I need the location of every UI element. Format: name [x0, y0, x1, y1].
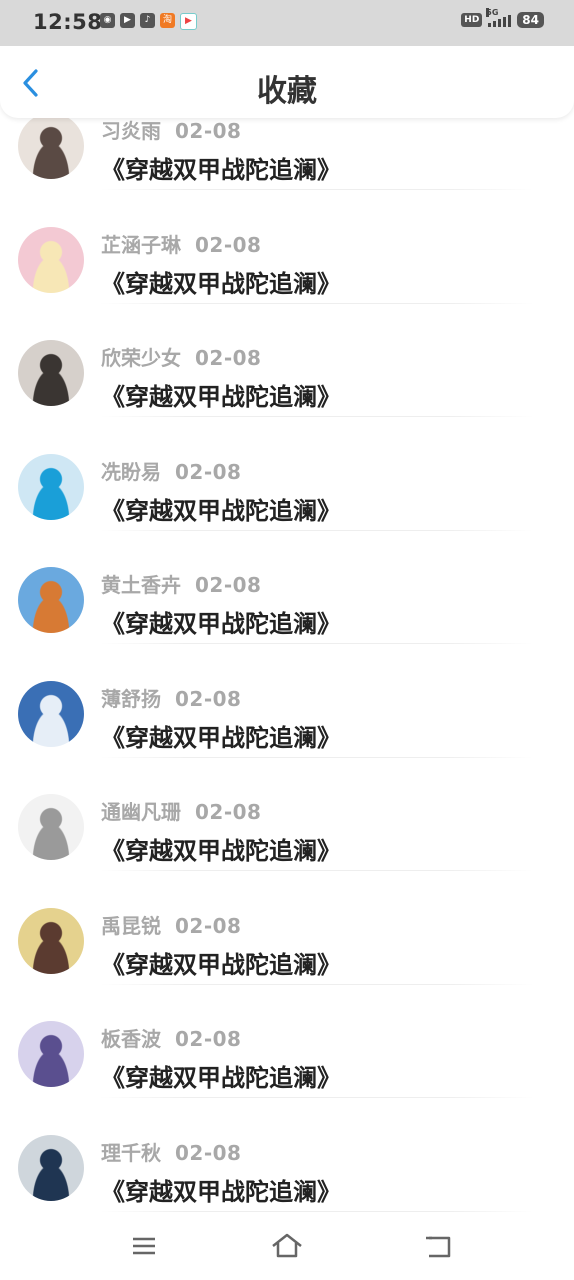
author-name[interactable]: 习炎雨 — [101, 119, 161, 143]
author-name[interactable]: 禹昆锐 — [101, 914, 161, 938]
row-divider — [100, 529, 534, 531]
post-date: 02-08 — [175, 913, 242, 938]
list-item[interactable]: 黄土香卉 02-08 《穿越双甲战陀追澜》 — [0, 532, 574, 645]
item-meta: 冼盼易 02-08 — [101, 456, 241, 485]
signal-icon: 5G — [486, 8, 512, 27]
post-title[interactable]: 《穿越双甲战陀追澜》 — [101, 491, 341, 526]
page-header: 收藏 — [0, 46, 574, 118]
author-name[interactable]: 通幽凡珊 — [101, 800, 181, 824]
post-title[interactable]: 《穿越双甲战陀追澜》 — [101, 831, 341, 866]
list-item[interactable]: 冼盼易 02-08 《穿越双甲战陀追澜》 — [0, 419, 574, 532]
author-name[interactable]: 芷涵子琳 — [101, 233, 181, 257]
row-divider — [100, 1210, 534, 1212]
item-meta: 习炎雨 02-08 — [101, 115, 241, 144]
play-icon: ▶ — [180, 13, 197, 30]
avatar[interactable] — [18, 907, 84, 974]
post-date: 02-08 — [175, 686, 242, 711]
post-title[interactable]: 《穿越双甲战陀追澜》 — [101, 150, 341, 185]
list-item[interactable]: 芷涵子琳 02-08 《穿越双甲战陀追澜》 — [0, 192, 574, 305]
avatar[interactable] — [18, 226, 84, 293]
post-date: 02-08 — [175, 1140, 242, 1165]
post-title[interactable]: 《穿越双甲战陀追澜》 — [101, 264, 341, 299]
item-meta: 黄土香卉 02-08 — [101, 569, 261, 598]
menu-icon — [133, 1237, 155, 1255]
post-title[interactable]: 《穿越双甲战陀追澜》 — [101, 718, 341, 753]
row-divider — [100, 189, 534, 190]
post-date: 02-08 — [175, 1027, 242, 1051]
author-name[interactable]: 冼盼易 — [101, 460, 161, 484]
post-title[interactable]: 《穿越双甲战陀追澜》 — [101, 604, 341, 639]
avatar[interactable] — [18, 1134, 84, 1201]
post-title[interactable]: 《穿越双甲战陀追澜》 — [101, 1172, 341, 1207]
avatar[interactable] — [18, 113, 84, 179]
row-divider — [100, 643, 534, 644]
menu-button[interactable] — [127, 1229, 161, 1263]
video-icon: ▶ — [120, 13, 135, 28]
post-title[interactable]: 《穿越双甲战陀追澜》 — [101, 1058, 341, 1093]
list-item[interactable]: 板香波 02-08 《穿越双甲战陀追澜》 — [0, 986, 574, 1099]
status-time: 12:58 — [33, 10, 103, 34]
post-date: 02-08 — [175, 119, 242, 143]
hd-badge: HD — [461, 13, 483, 27]
post-date: 02-08 — [195, 800, 262, 824]
status-right: HD 5G 84 — [461, 8, 544, 28]
item-meta: 欣荣少女 02-08 — [101, 342, 261, 371]
row-divider — [100, 983, 534, 985]
battery-indicator: 84 — [517, 12, 544, 28]
author-name[interactable]: 薄舒扬 — [101, 687, 161, 711]
network-label: 5G — [486, 8, 499, 17]
avatar[interactable] — [18, 1021, 84, 1087]
post-date: 02-08 — [195, 573, 262, 597]
post-title[interactable]: 《穿越双甲战陀追澜》 — [101, 945, 341, 980]
back-icon — [426, 1236, 451, 1258]
row-divider — [100, 756, 534, 758]
status-app-icons: ◉ ▶ ♪ 淘 ▶ — [100, 13, 197, 30]
avatar[interactable] — [18, 453, 84, 520]
row-divider — [100, 302, 534, 304]
taobao-icon: 淘 — [160, 13, 175, 28]
item-meta: 通幽凡珊 02-08 — [101, 796, 261, 825]
home-button[interactable] — [270, 1229, 304, 1263]
row-divider — [100, 416, 534, 417]
post-date: 02-08 — [195, 232, 262, 257]
list-item[interactable]: 薄舒扬 02-08 《穿越双甲战陀追澜》 — [0, 646, 574, 759]
author-name[interactable]: 板香波 — [101, 1027, 161, 1051]
author-name[interactable]: 黄土香卉 — [101, 573, 181, 597]
author-name[interactable]: 欣荣少女 — [101, 346, 181, 370]
avatar[interactable] — [18, 567, 84, 633]
post-date: 02-08 — [195, 346, 262, 370]
page-title: 收藏 — [257, 74, 317, 109]
avatar[interactable] — [18, 680, 84, 747]
weibo-icon: ◉ — [100, 13, 115, 28]
list-item[interactable]: 通幽凡珊 02-08 《穿越双甲战陀追澜》 — [0, 759, 574, 872]
system-back-button[interactable] — [421, 1229, 455, 1263]
row-divider — [100, 870, 534, 871]
item-meta: 禹昆锐 02-08 — [101, 910, 241, 939]
avatar[interactable] — [18, 340, 84, 406]
list-item[interactable]: 欣荣少女 02-08 《穿越双甲战陀追澜》 — [0, 305, 574, 418]
row-divider — [100, 1097, 534, 1098]
tiktok-icon: ♪ — [140, 13, 155, 28]
item-meta: 芷涵子琳 02-08 — [101, 229, 261, 258]
post-date: 02-08 — [175, 459, 242, 484]
author-name[interactable]: 理千秋 — [101, 1141, 161, 1165]
home-icon — [272, 1233, 302, 1258]
item-meta: 理千秋 02-08 — [101, 1137, 241, 1166]
system-nav-bar — [0, 1215, 574, 1280]
avatar[interactable] — [18, 794, 84, 860]
post-title[interactable]: 《穿越双甲战陀追澜》 — [101, 377, 341, 412]
status-bar: 12:58 ◉ ▶ ♪ 淘 ▶ HD 5G 84 — [0, 0, 574, 46]
list-item[interactable]: 理千秋 02-08 《穿越双甲战陀追澜》 — [0, 1100, 574, 1213]
list-item[interactable]: 禹昆锐 02-08 《穿越双甲战陀追澜》 — [0, 873, 574, 986]
item-meta: 薄舒扬 02-08 — [101, 683, 241, 712]
item-meta: 板香波 02-08 — [101, 1023, 241, 1052]
